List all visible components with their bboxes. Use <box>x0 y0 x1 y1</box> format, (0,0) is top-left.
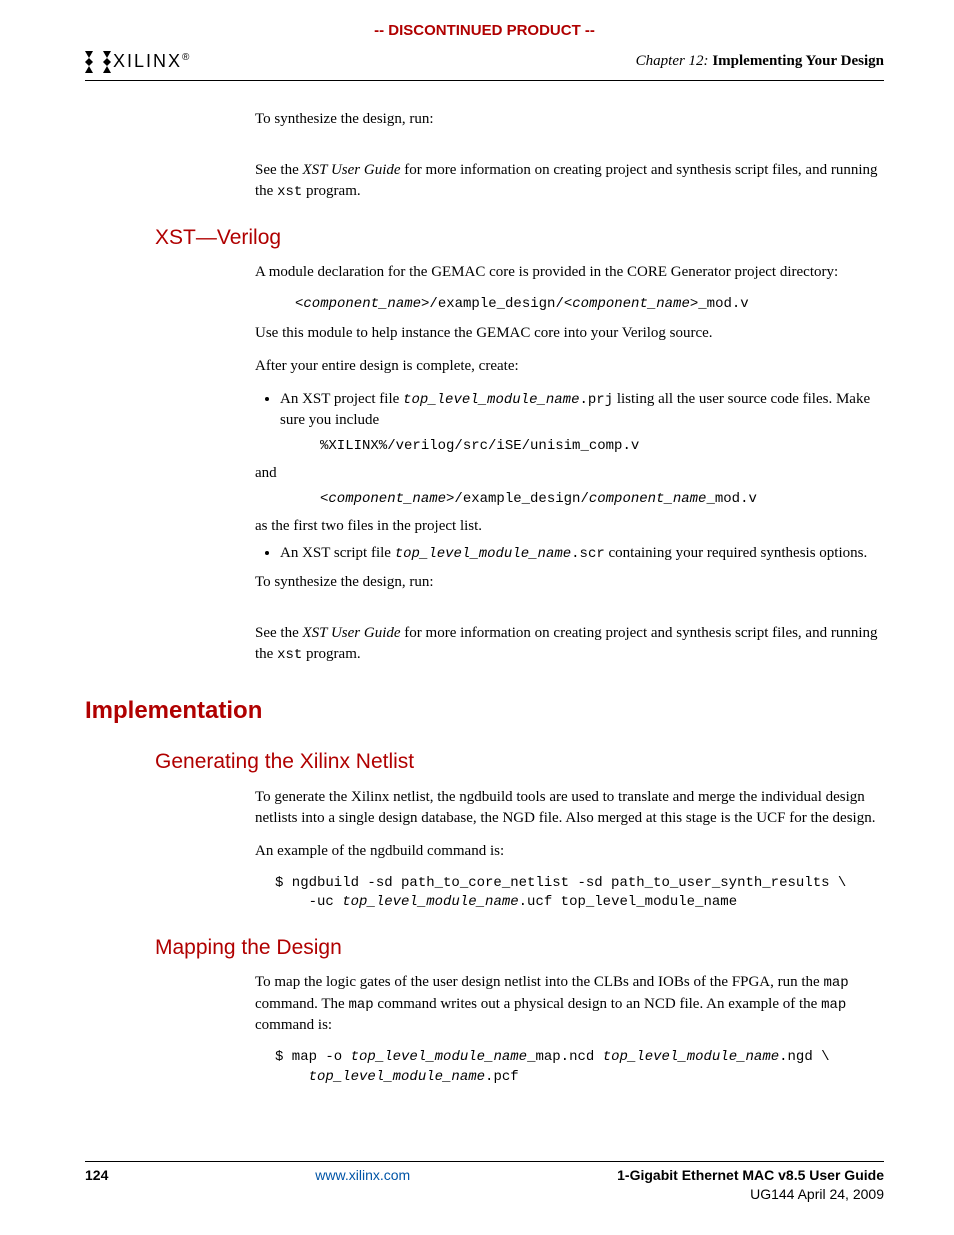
page-header: XILINX Chapter 12: Implementing Your Des… <box>85 49 884 81</box>
page-footer: 124 www.xilinx.com 1-Gigabit Ethernet MA… <box>85 1161 884 1205</box>
t: An XST script file <box>280 545 395 561</box>
page-number: 124 <box>85 1166 108 1186</box>
cc: top_level_module_name <box>395 546 571 562</box>
xst-guide-title: XST User Guide <box>302 162 400 178</box>
xilinx-logo: XILINX <box>85 49 189 74</box>
t: command writes out a physical design to … <box>374 996 821 1012</box>
t: See the <box>255 625 302 641</box>
code-ngdbuild: $ ngdbuild -sd path_to_core_netlist -sd … <box>275 874 884 913</box>
cc: top_level_module_name <box>309 1069 485 1085</box>
cc: <component_name> <box>320 491 454 507</box>
bullet-list-1: An XST project file top_level_module_nam… <box>255 389 884 564</box>
logo-text: XILINX <box>113 49 189 74</box>
t: See the <box>255 162 302 178</box>
code-component-path-2: <component_name>/example_design/componen… <box>320 490 884 510</box>
cc: <component_name> <box>295 296 429 312</box>
xilinx-logo-icon <box>85 51 111 73</box>
discontinued-banner: -- DISCONTINUED PRODUCT -- <box>85 20 884 41</box>
synth-intro-1: To synthesize the design, run: <box>255 109 884 130</box>
heading-implementation: Implementation <box>85 694 884 728</box>
footer-doc-info: 1-Gigabit Ethernet MAC v8.5 User Guide U… <box>617 1166 884 1205</box>
cc: component_name <box>589 491 707 507</box>
cc: .scr <box>571 546 605 562</box>
cc: top_level_module_name <box>403 392 579 408</box>
chapter-label: Chapter 12: Implementing Your Design <box>636 51 884 72</box>
cc: _map.ncd <box>527 1049 603 1065</box>
after-complete-para: After your entire design is complete, cr… <box>255 356 884 377</box>
first-two-para: as the first two files in the project li… <box>255 516 884 537</box>
cc: /example_design/ <box>454 491 588 507</box>
cc: .pcf <box>485 1069 519 1085</box>
list-item: An XST project file top_level_module_nam… <box>280 389 884 537</box>
cc: $ ngdbuild -sd path_to_core_netlist -sd … <box>275 875 846 891</box>
xst-cmd: xst <box>277 184 302 200</box>
chapter-title: Implementing Your Design <box>712 53 884 69</box>
cc: $ map -o <box>275 1049 351 1065</box>
use-module-para: Use this module to help instance the GEM… <box>255 323 884 344</box>
module-decl-para: A module declaration for the GEMAC core … <box>255 262 884 283</box>
code-xilinx-path: %XILINX%/verilog/src/iSE/unisim_comp.v <box>320 437 884 457</box>
list-item: An XST script file top_level_module_name… <box>280 543 884 565</box>
chapter-prefix: Chapter 12: <box>636 53 709 69</box>
doc-title: 1-Gigabit Ethernet MAC v8.5 User Guide <box>617 1166 884 1186</box>
t: program. <box>302 646 360 662</box>
cc: _mod.v <box>706 491 756 507</box>
cc: -uc <box>309 894 343 910</box>
cc: <component_name> <box>564 296 698 312</box>
map-cmd: map <box>821 997 846 1013</box>
mapping-para: To map the logic gates of the user desig… <box>255 972 884 1036</box>
t: command is: <box>255 1017 332 1033</box>
main-content: To synthesize the design, run: See the X… <box>85 109 884 1087</box>
t: program. <box>302 183 360 199</box>
cc: top_level_module_name <box>342 894 518 910</box>
t: command. The <box>255 996 348 1012</box>
heading-mapping: Mapping the Design <box>155 933 884 962</box>
code-map: $ map -o top_level_module_name_map.ncd t… <box>275 1048 884 1087</box>
xst-guide-ref-2: See the XST User Guide for more informat… <box>255 623 884 666</box>
cc: _mod.v <box>698 296 748 312</box>
map-cmd: map <box>348 997 373 1013</box>
heading-xst-verilog: XST—Verilog <box>155 223 884 252</box>
code-component-path: <component_name>/example_design/<compone… <box>295 295 884 315</box>
xst-cmd: xst <box>277 647 302 663</box>
t: containing your required synthesis optio… <box>605 545 867 561</box>
synth-intro-2: To synthesize the design, run: <box>255 572 884 593</box>
and-text: and <box>255 463 884 484</box>
cc: top_level_module_name <box>351 1049 527 1065</box>
xst-guide-ref-1: See the XST User Guide for more informat… <box>255 160 884 203</box>
cc: .ucf top_level_module_name <box>519 894 737 910</box>
heading-gen-netlist: Generating the Xilinx Netlist <box>155 747 884 776</box>
cc: .prj <box>579 392 613 408</box>
cc: /example_design/ <box>429 296 563 312</box>
t: To map the logic gates of the user desig… <box>255 974 823 990</box>
cc: top_level_module_name <box>603 1049 779 1065</box>
gen-netlist-para: To generate the Xilinx netlist, the ngdb… <box>255 787 884 829</box>
cc: .ngd \ <box>779 1049 829 1065</box>
t: An XST project file <box>280 391 403 407</box>
doc-subtitle: UG144 April 24, 2009 <box>617 1185 884 1205</box>
footer-url[interactable]: www.xilinx.com <box>315 1166 410 1186</box>
map-cmd: map <box>823 975 848 991</box>
xst-guide-title: XST User Guide <box>302 625 400 641</box>
ngdbuild-ex-para: An example of the ngdbuild command is: <box>255 841 884 862</box>
